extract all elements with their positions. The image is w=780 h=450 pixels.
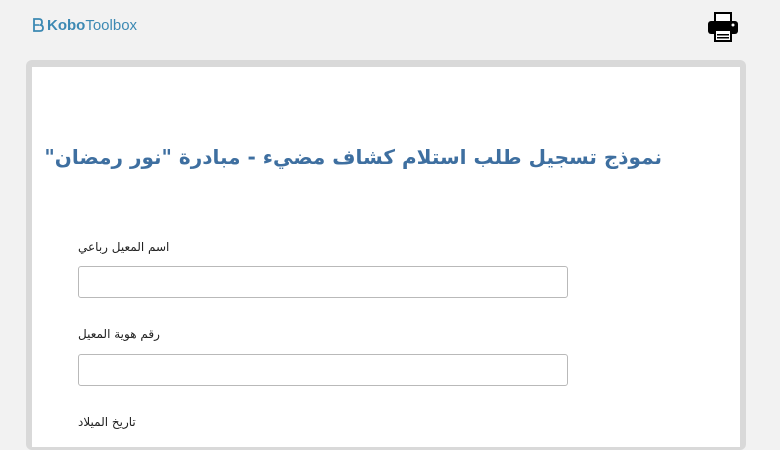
form-card [32, 67, 740, 447]
print-button[interactable] [705, 10, 741, 44]
question-label-id-text: رقم هوية المعيل [78, 327, 160, 341]
logo-text-bold: Kobo [47, 16, 86, 34]
question-label-birthdate-text: تاريخ الميلاد [78, 415, 136, 429]
name-input[interactable] [78, 266, 568, 298]
question-label-birthdate: تاريخ الميلاد [78, 415, 570, 429]
kobo-logo-icon [33, 18, 44, 32]
question-label-name: اسم المعيل رباعي [78, 240, 570, 254]
kobotoolbox-logo[interactable]: Kobo Toolbox [32, 15, 137, 35]
top-bar: Kobo Toolbox [0, 0, 780, 58]
id-number-input[interactable] [78, 354, 568, 386]
logo-text-light: Toolbox [85, 16, 138, 34]
question-label-id: رقم هوية المعيل [78, 327, 570, 341]
question-label-name-text: اسم المعيل رباعي [78, 240, 170, 254]
printer-icon [708, 12, 738, 42]
form-title: نموذج تسجيل طلب استلام كشاف مضيء - مبادر… [44, 145, 662, 169]
